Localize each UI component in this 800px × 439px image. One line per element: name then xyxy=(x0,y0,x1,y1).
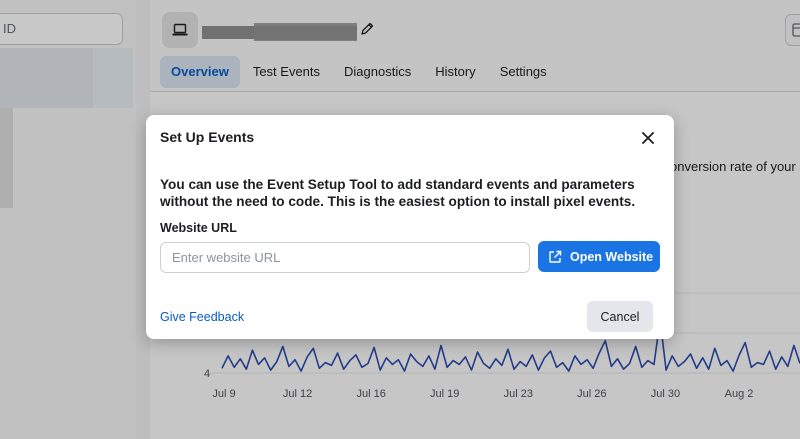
website-url-label: Website URL xyxy=(160,221,237,235)
dialog-title: Set Up Events xyxy=(160,129,255,145)
open-website-button[interactable]: Open Website xyxy=(538,241,660,272)
close-button[interactable] xyxy=(637,127,659,149)
set-up-events-dialog: Set Up Events You can use the Event Setu… xyxy=(146,115,674,339)
open-website-label: Open Website xyxy=(570,249,654,264)
cancel-button[interactable]: Cancel xyxy=(587,301,653,332)
external-link-icon xyxy=(548,250,562,264)
give-feedback-link[interactable]: Give Feedback xyxy=(160,310,244,324)
website-url-input[interactable] xyxy=(160,242,530,273)
dialog-description: You can use the Event Setup Tool to add … xyxy=(160,177,636,209)
close-icon xyxy=(642,132,654,144)
